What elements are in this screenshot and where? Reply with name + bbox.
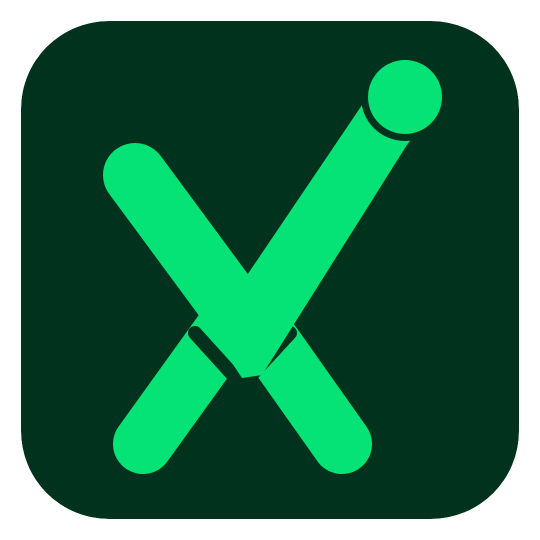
check-dot: [368, 60, 442, 134]
icon-canvas: [0, 0, 540, 540]
x-checkmark-logo-icon: [21, 21, 519, 519]
app-icon: [21, 21, 519, 519]
